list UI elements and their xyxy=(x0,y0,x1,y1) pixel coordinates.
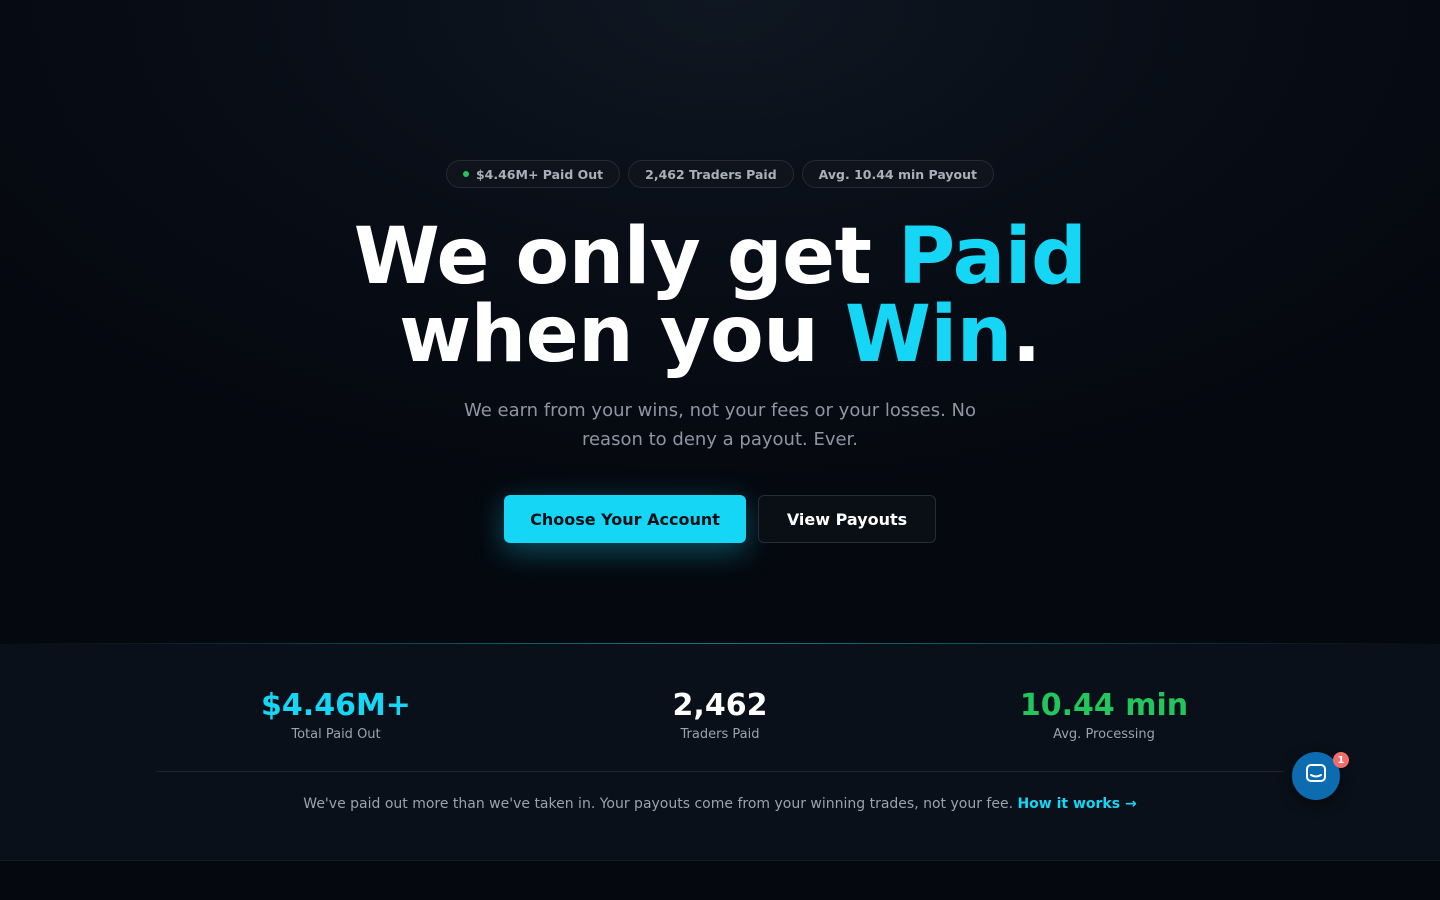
stat-value: 10.44 min xyxy=(1019,688,1189,723)
pill-traders-paid: 2,462 Traders Paid xyxy=(628,160,794,188)
notification-badge: 1 xyxy=(1333,752,1349,768)
chat-icon xyxy=(1304,762,1328,790)
headline-period: . xyxy=(1011,290,1042,380)
payout-note: We've paid out more than we've taken in.… xyxy=(0,796,1440,812)
pill-label: Avg. 10.44 min Payout xyxy=(818,166,978,182)
stat-value: 2,462 xyxy=(672,688,768,723)
choose-account-button[interactable]: Choose Your Account xyxy=(504,495,746,543)
stat-label: Avg. Processing xyxy=(1053,727,1155,742)
hero-section: $4.46M+ Paid Out 2,462 Traders Paid Avg.… xyxy=(0,0,1440,644)
view-payouts-button[interactable]: View Payouts xyxy=(758,495,936,543)
hero-headline: We only get Paid when you Win. xyxy=(0,218,1440,374)
hero-subheadline: We earn from your wins, not your fees or… xyxy=(463,400,977,450)
stat-avg-processing: 10.44 min Avg. Processing xyxy=(954,688,1254,742)
status-dot-icon xyxy=(462,171,469,177)
stat-label: Traders Paid xyxy=(680,727,760,742)
payout-note-text: We've paid out more than we've taken in.… xyxy=(303,796,1018,812)
stat-label: Total Paid Out xyxy=(291,727,381,742)
stat-traders-paid: 2,462 Traders Paid xyxy=(570,688,870,742)
headline-accent-win: Win xyxy=(844,290,1012,380)
headline-line2-text: when you xyxy=(399,290,845,380)
how-it-works-link[interactable]: How it works → xyxy=(1017,796,1136,812)
pill-avg-payout: Avg. 10.44 min Payout xyxy=(801,160,995,188)
headline-accent-paid: Paid xyxy=(898,212,1087,302)
stat-value: $4.46M+ xyxy=(261,688,411,723)
pill-label: 2,462 Traders Paid xyxy=(645,166,777,182)
page-bottom xyxy=(0,862,1440,900)
stat-pills: $4.46M+ Paid Out 2,462 Traders Paid Avg.… xyxy=(0,160,1440,188)
stat-total-paid: $4.46M+ Total Paid Out xyxy=(186,688,486,742)
stats-divider xyxy=(156,771,1284,772)
headline-line1-text: We only get xyxy=(353,212,899,302)
stats-section: $4.46M+ Total Paid Out 2,462 Traders Pai… xyxy=(0,644,1440,861)
pill-paid-out: $4.46M+ Paid Out xyxy=(445,160,621,188)
pill-label: $4.46M+ Paid Out xyxy=(475,166,604,182)
